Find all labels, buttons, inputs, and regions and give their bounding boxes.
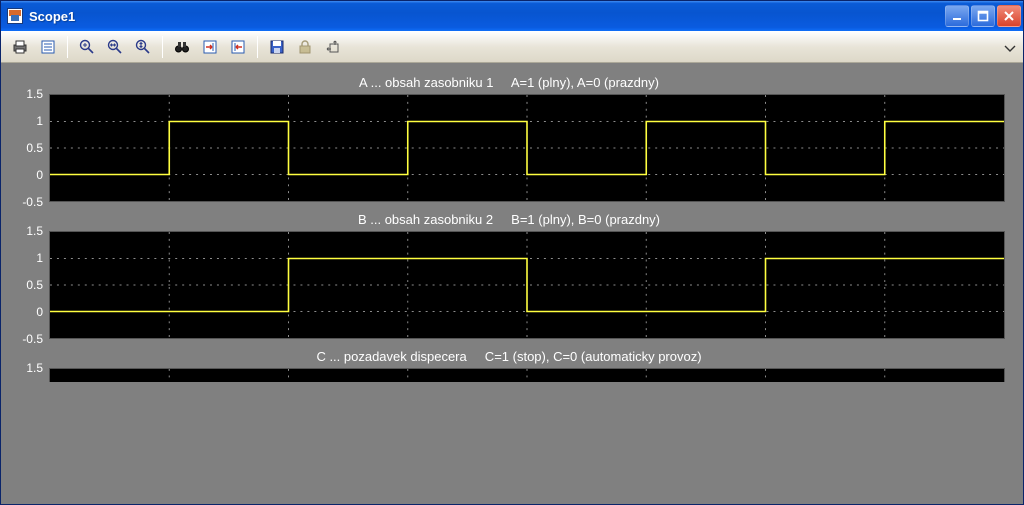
- maximize-button[interactable]: [971, 5, 995, 27]
- ytick: 1.5: [26, 87, 43, 101]
- ytick: 1: [36, 114, 43, 128]
- ytick: 0.5: [26, 278, 43, 292]
- chart-c-plot[interactable]: [49, 368, 1005, 382]
- toolbar-chevron-icon: [1003, 40, 1017, 54]
- chart-b-plot[interactable]: [49, 231, 1005, 339]
- ytick: 1: [36, 251, 43, 265]
- chart-b-title: B ... obsah zasobniku 2 B=1 (plny), B=0 …: [13, 212, 1005, 227]
- matlab-icon: [7, 8, 23, 24]
- ytick: 1.5: [26, 224, 43, 238]
- float-button[interactable]: [320, 34, 346, 60]
- chart-a-plot[interactable]: [49, 94, 1005, 202]
- zoom-y-button[interactable]: [130, 34, 156, 60]
- print-button[interactable]: [7, 34, 33, 60]
- chart-a: A ... obsah zasobniku 1 A=1 (plny), A=0 …: [13, 75, 1005, 202]
- toolbar: [1, 31, 1023, 63]
- chart-c: C ... pozadavek dispecera C=1 (stop), C=…: [13, 349, 1005, 382]
- chart-b-yaxis: 1.5 1 0.5 0 -0.5: [13, 231, 49, 339]
- chart-c-title: C ... pozadavek dispecera C=1 (stop), C=…: [13, 349, 1005, 364]
- ytick: 0.5: [26, 141, 43, 155]
- ytick: 0: [36, 168, 43, 182]
- ytick: -0.5: [22, 332, 43, 346]
- chart-a-yaxis: 1.5 1 0.5 0 -0.5: [13, 94, 49, 202]
- window-title: Scope1: [29, 9, 945, 24]
- chart-c-yaxis: 1.5: [13, 368, 49, 382]
- chart-b: B ... obsah zasobniku 2 B=1 (plny), B=0 …: [13, 212, 1005, 339]
- minimize-button[interactable]: [945, 5, 969, 27]
- window-buttons: [945, 5, 1021, 27]
- toolbar-separator: [257, 36, 258, 58]
- close-button[interactable]: [997, 5, 1021, 27]
- titlebar[interactable]: Scope1: [1, 1, 1023, 31]
- save-settings-button[interactable]: [264, 34, 290, 60]
- zoom-x-button[interactable]: [102, 34, 128, 60]
- ytick: 0: [36, 305, 43, 319]
- scope-window: Scope1: [0, 0, 1024, 505]
- restore-left-button[interactable]: [197, 34, 223, 60]
- parameters-button[interactable]: [35, 34, 61, 60]
- binoculars-button[interactable]: [169, 34, 195, 60]
- ytick: -0.5: [22, 195, 43, 209]
- ytick: 1.5: [26, 361, 43, 375]
- chart-a-title: A ... obsah zasobniku 1 A=1 (plny), A=0 …: [13, 75, 1005, 90]
- zoom-in-button[interactable]: [74, 34, 100, 60]
- scope-body: A ... obsah zasobniku 1 A=1 (plny), A=0 …: [1, 63, 1023, 504]
- toolbar-separator: [162, 36, 163, 58]
- restore-right-button[interactable]: [225, 34, 251, 60]
- lock-button[interactable]: [292, 34, 318, 60]
- toolbar-separator: [67, 36, 68, 58]
